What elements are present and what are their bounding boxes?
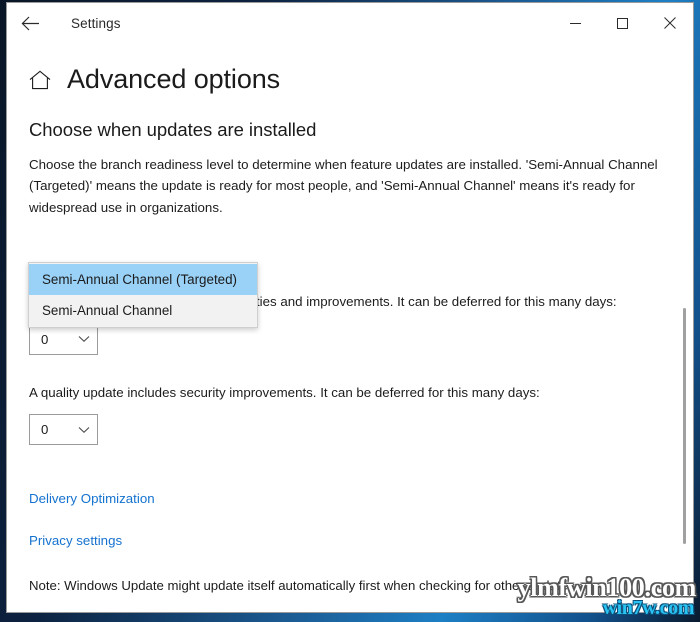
section-heading: Choose when updates are installed [29,118,317,140]
update-note-text: Note: Windows Update might update itself… [29,578,579,593]
chevron-down-icon [78,335,90,343]
chevron-down-icon [78,426,90,434]
branch-readiness-dropdown-list[interactable]: Semi-Annual Channel (Targeted) Semi-Annu… [28,262,258,328]
caption-buttons [552,3,693,43]
watermark-secondary: win7w.com [602,597,695,619]
dropdown-option-semi-annual-targeted[interactable]: Semi-Annual Channel (Targeted) [29,264,257,295]
scrollbar-thumb[interactable] [683,308,686,544]
privacy-settings-link[interactable]: Privacy settings [29,533,122,548]
title-bar: Settings [7,3,693,43]
back-arrow-icon[interactable] [7,3,53,43]
page-header: Advanced options [29,43,671,97]
intro-paragraph: Choose the branch readiness level to det… [29,156,658,215]
app-title: Settings [71,15,121,31]
dropdown-option-semi-annual[interactable]: Semi-Annual Channel [29,295,257,326]
maximize-button[interactable] [599,3,646,43]
page-title: Advanced options [67,64,281,94]
quality-update-description: A quality update includes security impro… [29,384,540,400]
quality-update-defer-value: 0 [41,422,49,438]
settings-window: Settings Advanced options Choose when up… [6,2,694,613]
vertical-scrollbar[interactable] [679,45,691,610]
delivery-optimization-link[interactable]: Delivery Optimization [29,491,155,506]
quality-update-defer-combobox[interactable]: 0 [29,414,98,446]
feature-update-defer-value: 0 [41,331,49,347]
minimize-button[interactable] [552,3,599,43]
feature-update-defer-combobox[interactable]: 0 [29,323,98,355]
close-button[interactable] [646,3,693,43]
home-icon[interactable] [29,70,51,90]
page-content: Advanced options Choose when updates are… [7,43,693,612]
